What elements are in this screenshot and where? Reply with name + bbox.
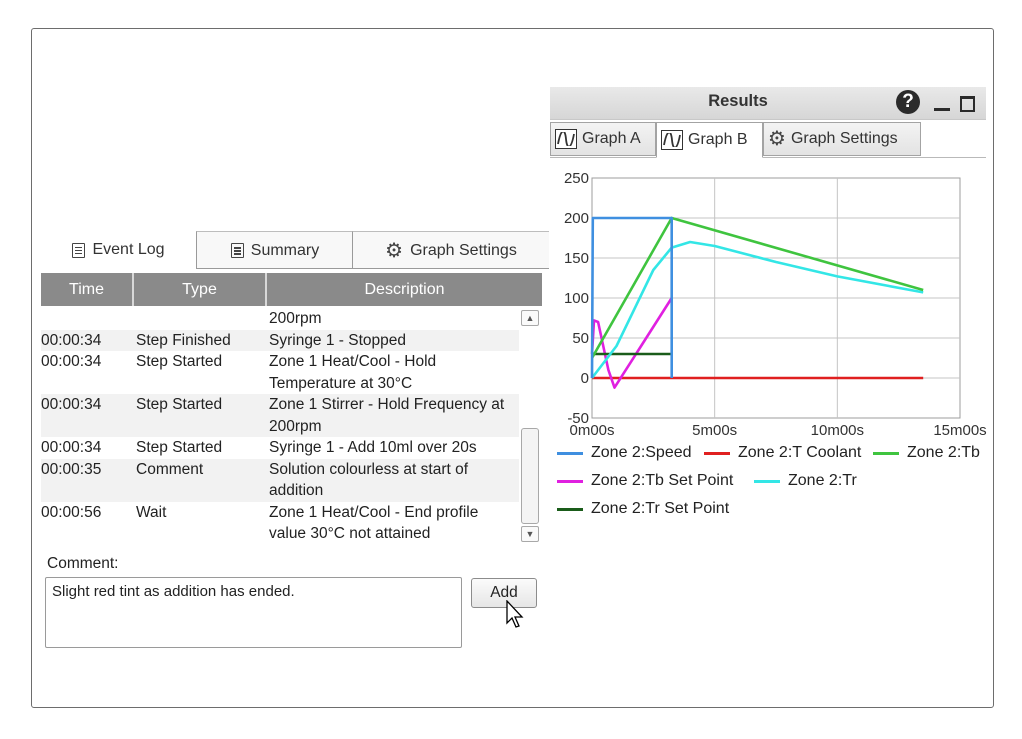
legend-item[interactable]: Zone 2:T Coolant bbox=[704, 444, 861, 462]
event-type: Wait bbox=[136, 503, 167, 521]
legend-swatch bbox=[873, 451, 899, 455]
legend-label: Zone 2:Tb bbox=[907, 444, 980, 461]
event-description: 200rpm bbox=[269, 310, 322, 327]
y-tick-label: 100 bbox=[564, 290, 589, 307]
legend-label: Zone 2:Speed bbox=[591, 444, 692, 461]
mouse-cursor-icon bbox=[506, 600, 524, 628]
column-header-type[interactable]: Type bbox=[134, 273, 267, 306]
y-tick-label: -50 bbox=[567, 410, 589, 427]
event-description: Zone 1 Heat/Cool - Hold Temperature at 3… bbox=[269, 353, 437, 392]
results-tab-bar: Graph A Graph B ⚙ Graph Settings bbox=[550, 121, 986, 158]
event-log-row[interactable]: 00:00:35 Comment Solution colourless at st… bbox=[41, 458, 519, 502]
gear-icon: ⚙ bbox=[385, 239, 404, 262]
event-log-list[interactable]: 200rpm 00:00:34 Step Finished Syringe 1 - S… bbox=[41, 308, 519, 544]
legend-item[interactable]: Zone 2:Tb Set Point bbox=[557, 472, 733, 490]
x-tick-label: 15m00s bbox=[933, 422, 986, 439]
event-type: Step Started bbox=[136, 396, 223, 413]
event-time: 00:00:35 bbox=[41, 460, 102, 478]
tab-graph-a[interactable]: Graph A bbox=[550, 122, 656, 156]
event-type: Comment bbox=[136, 460, 204, 478]
x-tick-label: 10m00s bbox=[811, 422, 864, 439]
tab-event-log[interactable]: Event Log bbox=[41, 231, 196, 269]
event-time: 00:00:56 bbox=[41, 503, 102, 521]
event-type bbox=[134, 308, 269, 330]
event-description: Zone 1 Heat/Cool - End profile value 30°… bbox=[269, 503, 479, 543]
comment-input[interactable]: Slight red tint as addition has ended. bbox=[45, 577, 462, 648]
event-log-scrollbar[interactable]: ▲ ▼ bbox=[519, 308, 542, 544]
legend-item[interactable]: Zone 2:Tr bbox=[754, 472, 857, 490]
y-tick-label: 150 bbox=[564, 250, 589, 267]
tab-event-log-label: Event Log bbox=[92, 241, 165, 258]
legend-swatch bbox=[704, 451, 730, 455]
event-type: Step Started bbox=[136, 439, 223, 456]
y-tick-label: 200 bbox=[564, 210, 589, 227]
event-log-row[interactable]: 00:00:34 Step Finished Syringe 1 - Stopped bbox=[41, 329, 519, 351]
event-description: Syringe 1 - Add 10ml over 20s bbox=[269, 439, 477, 456]
event-time: 00:00:34 bbox=[41, 331, 102, 349]
scroll-down-button[interactable]: ▼ bbox=[521, 526, 539, 542]
column-header-time[interactable]: Time bbox=[41, 273, 134, 306]
results-title-bar: Results ? bbox=[550, 87, 986, 120]
event-log-row[interactable]: 00:00:34 Step Started Zone 1 Heat/Cool - H… bbox=[41, 351, 519, 394]
column-header-description[interactable]: Description bbox=[267, 273, 542, 306]
legend-label: Zone 2:Tr Set Point bbox=[591, 500, 730, 517]
tab-summary[interactable]: Summary bbox=[196, 231, 353, 269]
event-log-row[interactable]: 00:00:34 Step Started Zone 1 Stirrer - Hol… bbox=[41, 394, 519, 437]
x-tick-label: 5m00s bbox=[692, 422, 737, 439]
event-log-row[interactable]: 00:00:34 Step Started Syringe 1 - Add 10ml… bbox=[41, 437, 519, 459]
tab-graph-settings[interactable]: ⚙ Graph Settings bbox=[352, 231, 549, 269]
event-time: 00:00:34 bbox=[41, 353, 102, 370]
tab-divider bbox=[196, 268, 549, 269]
event-time: 00:00:34 bbox=[41, 396, 102, 413]
legend-item[interactable]: Zone 2:Tr Set Point bbox=[557, 500, 729, 518]
legend-swatch bbox=[557, 479, 583, 483]
minimize-icon[interactable] bbox=[934, 108, 950, 111]
event-log-row[interactable]: 200rpm bbox=[41, 308, 519, 330]
comment-label: Comment: bbox=[47, 555, 119, 572]
scroll-thumb[interactable] bbox=[521, 428, 539, 524]
tab-graph-b-label: Graph B bbox=[688, 131, 748, 148]
results-line-chart: 0m00s 5m00s 10m00s 15m00s250200150100500-50 bbox=[564, 170, 987, 439]
event-description: Solution colourless at start of addition bbox=[269, 460, 469, 500]
document-icon bbox=[230, 243, 244, 258]
legend-item[interactable]: Zone 2:Tb bbox=[873, 444, 980, 462]
y-tick-label: 0 bbox=[581, 370, 589, 387]
y-tick-label: 250 bbox=[564, 170, 589, 187]
tab-results-graph-settings[interactable]: ⚙ Graph Settings bbox=[763, 122, 921, 156]
event-log-row[interactable]: 00:00:56 Wait Zone 1 Heat/Cool - End profi… bbox=[41, 502, 519, 545]
legend-swatch bbox=[557, 507, 583, 511]
legend-label: Zone 2:Tr bbox=[788, 472, 857, 489]
left-tab-bar: Event Log Summary ⚙ Graph Settings bbox=[41, 231, 549, 269]
help-icon[interactable]: ? bbox=[896, 90, 920, 114]
tab-results-graph-settings-label: Graph Settings bbox=[790, 130, 898, 147]
gear-icon: ⚙ bbox=[768, 128, 786, 150]
legend-swatch bbox=[754, 479, 780, 483]
legend-item[interactable]: Zone 2:Speed bbox=[557, 444, 692, 462]
event-log-header: Time Type Description bbox=[41, 273, 542, 306]
document-icon bbox=[72, 242, 86, 258]
maximize-icon[interactable] bbox=[960, 96, 975, 112]
event-type: Step Started bbox=[136, 353, 223, 370]
legend-swatch bbox=[557, 451, 583, 455]
y-tick-label: 50 bbox=[572, 330, 589, 347]
event-time: 00:00:34 bbox=[41, 439, 102, 456]
tab-graph-b[interactable]: Graph B bbox=[656, 122, 763, 158]
tab-graph-settings-label: Graph Settings bbox=[410, 241, 517, 259]
legend-label: Zone 2:Tb Set Point bbox=[591, 472, 734, 489]
legend-label: Zone 2:T Coolant bbox=[738, 444, 862, 461]
waveform-icon bbox=[555, 129, 577, 149]
event-description: Syringe 1 - Stopped bbox=[269, 331, 407, 349]
results-title: Results bbox=[708, 92, 768, 110]
event-type: Step Finished bbox=[136, 331, 231, 349]
event-time bbox=[41, 308, 134, 330]
tab-graph-a-label: Graph A bbox=[582, 130, 641, 147]
tab-summary-label: Summary bbox=[250, 241, 320, 259]
waveform-icon bbox=[661, 130, 683, 150]
event-description: Zone 1 Stirrer - Hold Frequency at 200rp… bbox=[269, 396, 505, 435]
scroll-up-button[interactable]: ▲ bbox=[521, 310, 539, 326]
